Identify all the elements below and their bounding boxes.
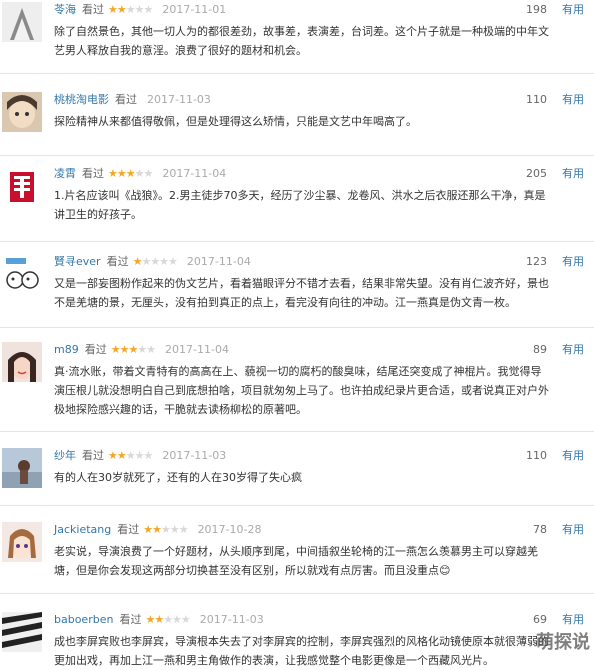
cartoon-avatar[interactable] [2,254,42,294]
rating-stars: ★★★★★ [145,613,190,626]
useful-button[interactable]: 有用 [562,612,584,628]
review-date: 2017-11-04 [186,255,251,268]
useful-button[interactable]: 有用 [562,2,584,18]
double-happiness-avatar[interactable] [2,166,42,206]
vote-count: 205 [526,167,547,180]
watched-label: 看过 [82,449,104,462]
useful-button[interactable]: 有用 [562,254,584,270]
username-link[interactable]: 纱年 [54,449,76,462]
review-meta: m89 看过 ★★★★★ 2017-11-04 [54,342,229,358]
vote-count: 89 [533,343,547,356]
watched-label: 看过 [115,93,137,106]
useful-button[interactable]: 有用 [562,166,584,182]
review-date: 2017-11-03 [199,613,264,626]
review-list: 苓海 看过 ★★★★★ 2017-11-01 198 有用 除了自然景色，其他一切人为… [0,0,594,667]
useful-button[interactable]: 有用 [562,92,584,108]
review-content: 真·流水账，带着文青特有的高高在上、藐视一切的腐朽的酸臭味，结尾还突变成了神棍片… [54,365,549,416]
landscape-avatar[interactable] [2,448,42,488]
review-item: 苓海 看过 ★★★★★ 2017-11-01 198 有用 除了自然景色，其他一切人为… [0,2,594,74]
useful-button[interactable]: 有用 [562,342,584,358]
review-item: 凌霄 看过 ★★★★★ 2017-11-04 205 有用 1.片名应该叫《战狼》。2… [0,166,594,242]
review-meta: baboerben 看过 ★★★★★ 2017-11-03 [54,612,264,628]
watermark: 萌探说 [536,632,590,653]
review-content: 又是一部妄图粉作起来的伪文艺片，看着猫眼评分不错才去看，结果非常失望。没有肖仁波… [54,277,549,309]
watched-label: 看过 [82,3,104,16]
review-meta: 纱年 看过 ★★★★★ 2017-11-03 [54,448,226,464]
review-item: baboerben 看过 ★★★★★ 2017-11-03 69 有用 成也李屏宾败也… [0,612,594,667]
useful-button[interactable]: 有用 [562,522,584,538]
watched-label: 看过 [119,613,142,626]
review-content: 老实说，导演浪费了一个好题材，从头顺序到尾，中间插叙坐轮椅的江一燕怎么羡慕男主可… [54,545,538,577]
review-item: 桃桃淘电影 看过 2017-11-03 110 有用 探险精神从来都值得敬佩，但是处… [0,92,594,156]
review-item: 纱年 看过 ★★★★★ 2017-11-03 110 有用 有的人在30岁就死了，还有… [0,448,594,506]
divider [0,593,594,594]
username-link[interactable]: 賢寻ever [54,255,101,268]
useful-button[interactable]: 有用 [562,448,584,464]
divider [0,155,594,156]
review-date: 2017-11-03 [162,449,227,462]
username-link[interactable]: 苓海 [54,3,76,16]
anime-avatar[interactable] [2,92,42,132]
review-meta: 賢寻ever 看过 ★★★★★ 2017-11-04 [54,254,251,270]
username-link[interactable]: 凌霄 [54,167,76,180]
divider [0,431,594,432]
vote-count: 110 [526,449,547,462]
divider [0,73,594,74]
username-link[interactable]: baboerben [54,613,113,626]
watched-label: 看过 [84,343,107,356]
review-date: 2017-11-01 [162,3,227,16]
review-meta: 桃桃淘电影 看过 2017-11-03 [54,92,211,108]
review-content: 成也李屏宾败也李屏宾，导演根本失去了对李屏宾的控制，李屏宾强烈的风格化动镜使原本… [54,635,549,667]
review-content: 1.片名应该叫《战狼》。2.男主徒步70多天，经历了沙尘暴、龙卷风、洪水之后衣服… [54,189,546,221]
rating-stars: ★★★★★ [132,255,178,268]
rating-stars: ★★★★★ [108,449,153,462]
rating-stars: ★★★★★ [108,167,153,180]
girl-avatar[interactable] [2,342,42,382]
silhouette-avatar[interactable] [2,2,42,42]
review-content: 除了自然景色，其他一切人为的都很差劲，故事差，表演差，台词差。这个片子就是一种极… [54,25,549,57]
vote-count: 78 [533,523,547,536]
review-meta: Jackietang 看过 ★★★★★ 2017-10-28 [54,522,262,538]
rating-stars: ★★★★★ [108,3,153,16]
review-content: 探险精神从来都值得敬佩，但是处理得这么矫情，只能是文艺中年喝高了。 [54,115,417,128]
vote-count: 110 [526,93,547,106]
review-content: 有的人在30岁就死了，还有的人在30岁得了失心疯 [54,471,302,484]
review-meta: 苓海 看过 ★★★★★ 2017-11-01 [54,2,226,18]
divider [0,505,594,506]
vote-count: 123 [526,255,547,268]
review-item: m89 看过 ★★★★★ 2017-11-04 89 有用 真·流水账，带着文青特有的… [0,342,594,432]
divider [0,327,594,328]
username-link[interactable]: m89 [54,343,79,356]
username-link[interactable]: Jackietang [54,523,111,536]
review-date: 2017-11-04 [162,167,227,180]
vote-count: 198 [526,3,547,16]
username-link[interactable]: 桃桃淘电影 [54,93,109,106]
review-date: 2017-11-03 [147,93,211,106]
review-date: 2017-11-04 [165,343,229,356]
review-meta: 凌霄 看过 ★★★★★ 2017-11-04 [54,166,226,182]
rating-stars: ★★★★★ [110,343,156,356]
watched-label: 看过 [82,167,104,180]
divider [0,241,594,242]
review-item: Jackietang 看过 ★★★★★ 2017-10-28 78 有用 老实说，导演… [0,522,594,594]
anime-girl-avatar[interactable] [2,522,42,562]
rating-stars: ★★★★★ [143,523,188,536]
review-date: 2017-10-28 [197,523,262,536]
watched-label: 看过 [106,255,129,268]
zebra-avatar[interactable] [2,612,42,652]
vote-count: 69 [533,613,547,626]
watched-label: 看过 [117,523,140,536]
review-item: 賢寻ever 看过 ★★★★★ 2017-11-04 123 有用 又是一部妄图粉作起… [0,254,594,328]
